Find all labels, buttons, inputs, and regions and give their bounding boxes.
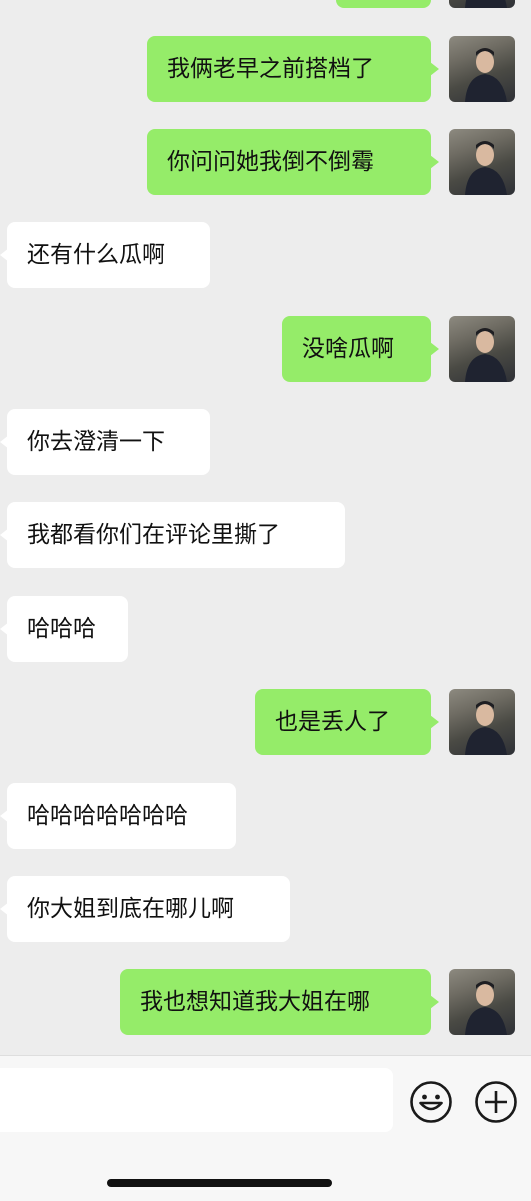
plus-icon[interactable] — [474, 1080, 517, 1123]
message-bubble[interactable]: 你大姐到底在哪儿啊 — [7, 876, 290, 942]
message-bubble[interactable]: 我俩老早之前搭档了 — [147, 36, 431, 102]
person-photo-icon — [465, 141, 507, 195]
message-input[interactable] — [0, 1068, 393, 1132]
message-bubble[interactable]: 还有什么瓜啊 — [7, 222, 210, 288]
person-photo-icon — [465, 981, 507, 1035]
my-avatar[interactable] — [449, 129, 515, 195]
message-bubble[interactable]: 哈哈哈 — [7, 596, 128, 662]
message-bubble[interactable]: 哈哈哈哈哈哈哈 — [7, 783, 236, 849]
message-bubble[interactable]: 没啥瓜啊 — [282, 316, 431, 382]
my-avatar[interactable] — [449, 36, 515, 102]
bubble-tail — [430, 62, 439, 76]
chat-history[interactable]: 我俩老早之前搭档了 你问问她我倒不倒霉 还有什么瓜啊 没啥瓜啊 你去澄清一下 我… — [0, 0, 531, 1055]
message-bubble[interactable]: 我也想知道我大姐在哪 — [120, 969, 431, 1035]
message-bubble[interactable]: 你去澄清一下 — [7, 409, 210, 475]
bubble-tail — [430, 995, 439, 1009]
message-bubble[interactable]: 我都看你们在评论里撕了 — [7, 502, 345, 568]
message-bubble[interactable]: 也是丢人了 — [255, 689, 431, 755]
person-photo-icon — [465, 0, 507, 8]
my-avatar[interactable] — [449, 969, 515, 1035]
person-photo-icon — [465, 701, 507, 755]
emoji-icon[interactable] — [409, 1080, 452, 1123]
person-photo-icon — [465, 48, 507, 102]
bubble-tail — [430, 155, 439, 169]
my-avatar[interactable] — [449, 689, 515, 755]
bubble-tail — [430, 342, 439, 356]
person-photo-icon — [465, 328, 507, 382]
my-avatar[interactable] — [449, 0, 515, 8]
home-indicator[interactable] — [107, 1179, 332, 1187]
message-bubble[interactable] — [336, 0, 431, 8]
bubble-tail — [430, 715, 439, 729]
message-bubble[interactable]: 你问问她我倒不倒霉 — [147, 129, 431, 195]
my-avatar[interactable] — [449, 316, 515, 382]
